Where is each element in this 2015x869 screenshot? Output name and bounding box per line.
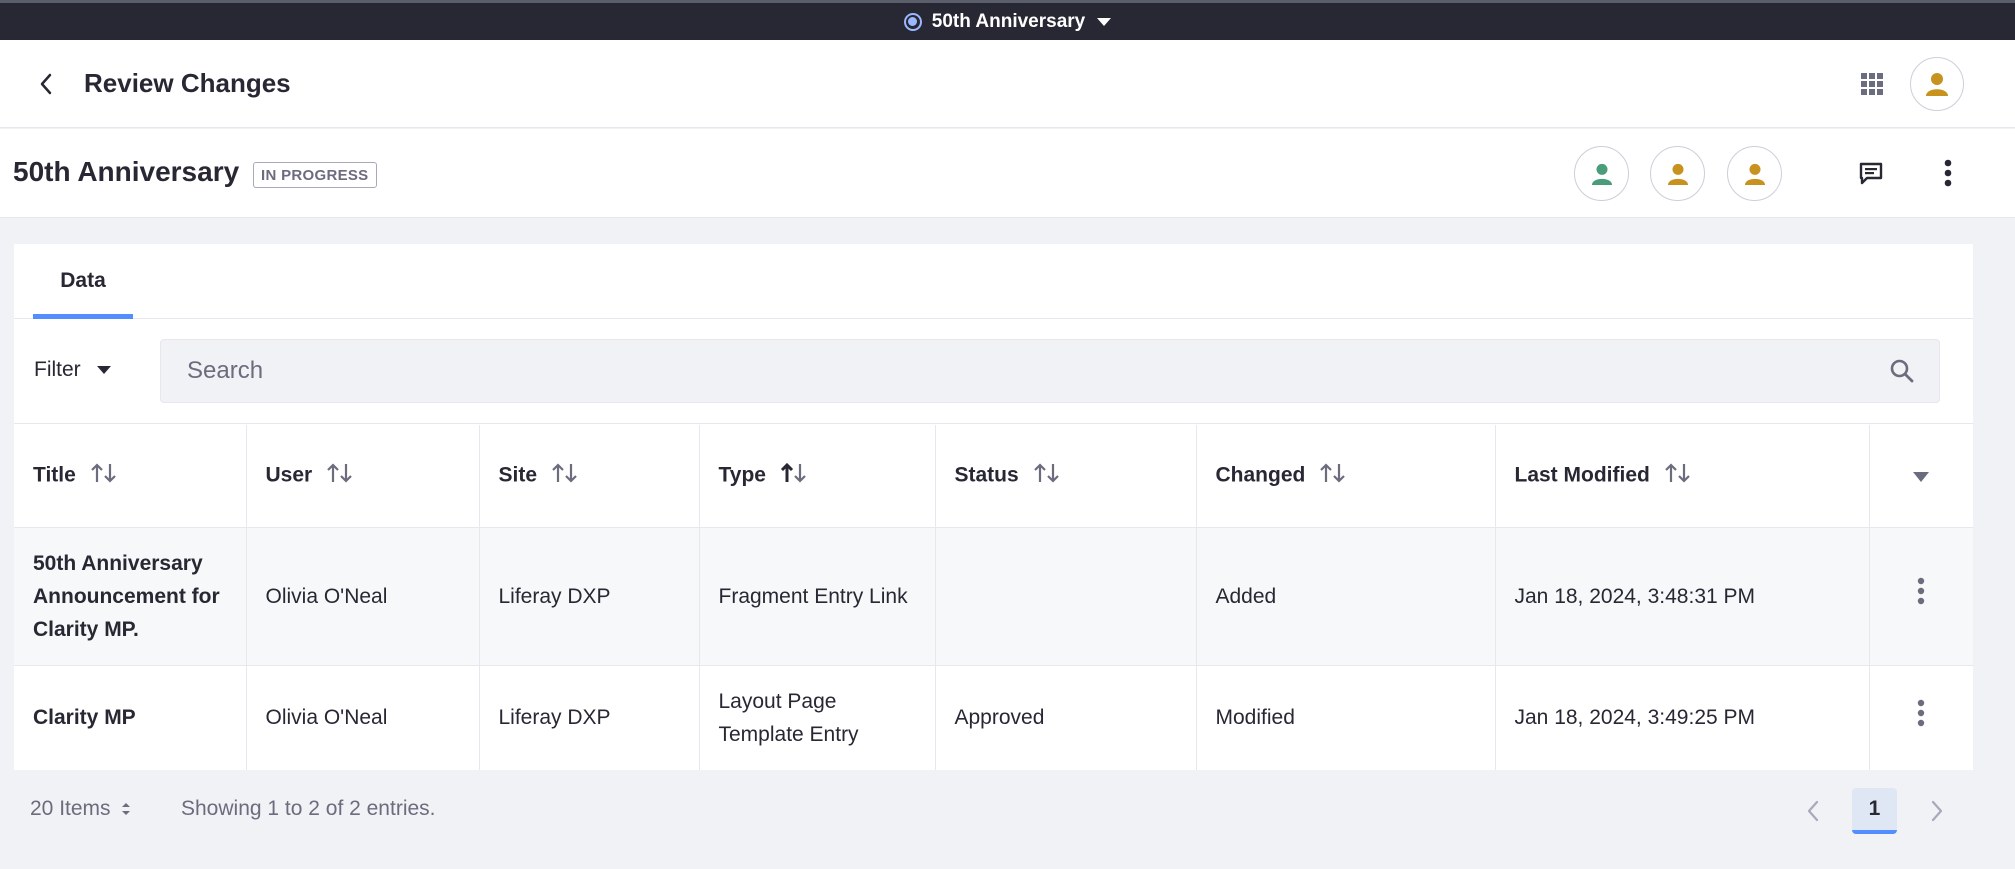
- page-title: Review Changes: [84, 68, 291, 98]
- more-options-button[interactable]: [1928, 153, 1968, 193]
- column-header-user[interactable]: User: [246, 425, 480, 528]
- items-per-page-label: 20 Items: [30, 797, 111, 820]
- collaborator-avatar[interactable]: [1650, 146, 1705, 201]
- chevron-left-icon: [1807, 800, 1819, 822]
- cell-type: Layout Page Template Entry: [699, 665, 936, 770]
- ellipsis-vertical-icon: [1918, 699, 1925, 726]
- filter-label: Filter: [34, 358, 81, 381]
- publication-title: 50th Anniversary: [13, 156, 240, 187]
- sort-icon[interactable]: [1033, 462, 1061, 490]
- column-header-changed[interactable]: Changed: [1196, 425, 1496, 528]
- filter-dropdown[interactable]: Filter: [34, 352, 111, 388]
- sort-icon[interactable]: [326, 462, 354, 490]
- search-input[interactable]: [161, 340, 1861, 402]
- tab-bar: Data: [14, 244, 1973, 319]
- cell-changed: Modified: [1196, 665, 1496, 770]
- cell-title: 50th Anniversary Announcement for Clarit…: [14, 527, 247, 666]
- apps-menu-button[interactable]: [1854, 66, 1890, 102]
- ellipsis-vertical-icon: [1918, 577, 1925, 605]
- column-header-last-modified[interactable]: Last Modified: [1495, 425, 1870, 528]
- next-page-button[interactable]: [1917, 788, 1957, 834]
- chevron-right-icon: [1931, 800, 1943, 822]
- row-actions-button[interactable]: [1869, 527, 1973, 666]
- caret-down-icon: [1097, 17, 1112, 26]
- cell-title: Clarity MP: [14, 665, 247, 770]
- cell-type: Fragment Entry Link: [699, 527, 936, 666]
- column-header-site[interactable]: Site: [479, 425, 700, 528]
- changes-card: Data Filter Title User Site Type Status …: [14, 244, 1973, 770]
- column-header-status[interactable]: Status: [935, 425, 1197, 528]
- pagination-bar: 20 Items Showing 1 to 2 of 2 entries. 1: [0, 770, 2015, 869]
- pagination-results: Showing 1 to 2 of 2 entries.: [181, 797, 436, 820]
- changes-table: Title User Site Type Status Changed Last…: [14, 425, 1973, 770]
- sort-ascending-icon[interactable]: [780, 462, 808, 490]
- caret-down-icon: [1913, 471, 1930, 482]
- comments-button[interactable]: [1851, 153, 1891, 193]
- caret-double-icon: [121, 803, 130, 815]
- table-row[interactable]: 50th Anniversary Announcement for Clarit…: [14, 527, 1973, 666]
- ellipsis-vertical-icon: [1944, 159, 1952, 187]
- chevron-left-icon: [40, 73, 52, 95]
- sort-icon[interactable]: [551, 462, 579, 490]
- cell-changed: Added: [1196, 527, 1496, 666]
- grid-icon: [1861, 73, 1883, 95]
- page-button-1[interactable]: 1: [1852, 788, 1897, 834]
- sort-icon[interactable]: [90, 462, 118, 490]
- column-header-title[interactable]: Title: [14, 425, 247, 528]
- collaborator-avatar[interactable]: [1574, 146, 1629, 201]
- user-icon: [1926, 73, 1948, 96]
- cell-last-modified: Jan 18, 2024, 3:49:25 PM: [1495, 665, 1870, 770]
- user-icon: [1667, 163, 1688, 185]
- back-button[interactable]: [28, 66, 64, 102]
- cell-status: Approved: [935, 665, 1197, 770]
- page-header: Review Changes: [0, 40, 2015, 128]
- search-icon[interactable]: [1889, 358, 1915, 389]
- search-bar: [160, 339, 1940, 403]
- table-row[interactable]: Clarity MP Olivia O'Neal Liferay DXP Lay…: [14, 665, 1973, 770]
- comment-icon: [1859, 162, 1883, 185]
- row-actions-button[interactable]: [1869, 665, 1973, 770]
- status-badge: IN PROGRESS: [253, 162, 377, 188]
- cell-site: Liferay DXP: [479, 527, 700, 666]
- cell-user: Olivia O'Neal: [246, 527, 480, 666]
- column-header-type[interactable]: Type: [699, 425, 936, 528]
- cell-last-modified: Jan 18, 2024, 3:48:31 PM: [1495, 527, 1870, 666]
- cell-user: Olivia O'Neal: [246, 665, 480, 770]
- caret-down-icon: [96, 366, 111, 374]
- user-icon: [1591, 163, 1612, 185]
- cell-status: [935, 527, 1197, 666]
- columns-menu-button[interactable]: [1869, 425, 1973, 528]
- previous-page-button[interactable]: [1793, 788, 1833, 834]
- tab-data[interactable]: Data: [33, 244, 133, 319]
- collaborator-avatar[interactable]: [1727, 146, 1782, 201]
- user-icon: [1744, 163, 1765, 185]
- user-avatar-button[interactable]: [1910, 57, 1964, 111]
- items-per-page-dropdown[interactable]: 20 Items: [30, 797, 131, 821]
- management-toolbar: Filter: [14, 320, 1973, 424]
- table-header-row: Title User Site Type Status Changed Last…: [14, 425, 1973, 528]
- cell-site: Liferay DXP: [479, 665, 700, 770]
- sort-icon[interactable]: [1319, 462, 1347, 490]
- publication-name: 50th Anniversary: [931, 10, 1086, 32]
- sort-icon[interactable]: [1664, 462, 1692, 490]
- radio-dot-icon: [903, 12, 922, 31]
- publication-bar[interactable]: 50th Anniversary: [0, 0, 2015, 40]
- publication-header: 50th Anniversary IN PROGRESS: [0, 129, 2015, 218]
